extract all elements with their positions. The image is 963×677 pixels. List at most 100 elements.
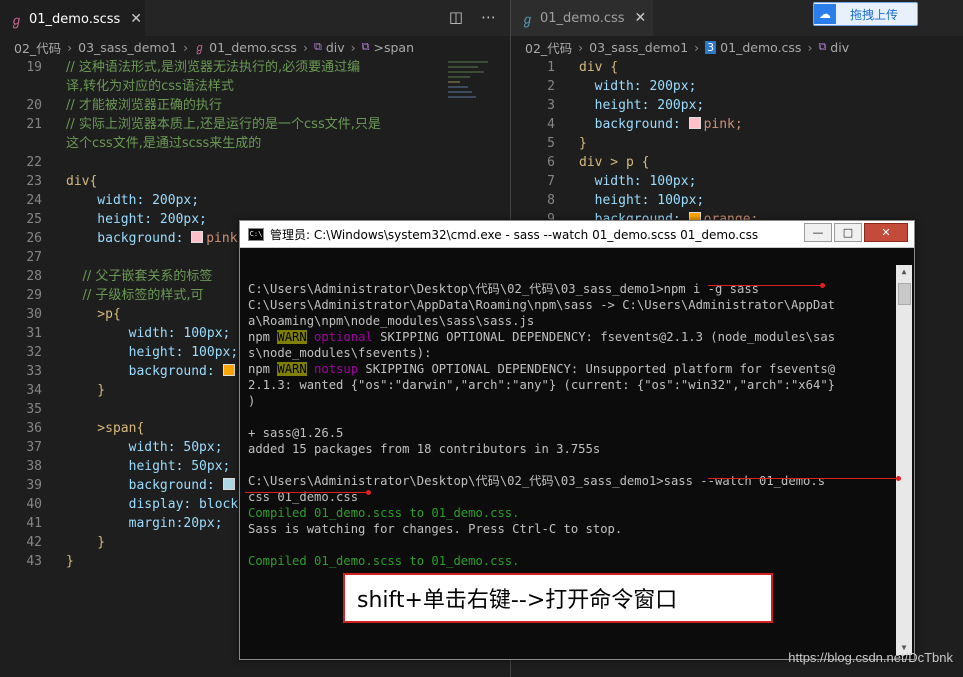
code-text: // 这种语法形式,是浏览器无法执行的,必须要通过编	[66, 60, 361, 75]
code-line[interactable]: 6 div > p {	[511, 153, 963, 172]
cmd-line: C:\Users\Administrator\Desktop\代码\02_代码\…	[248, 474, 826, 488]
line-number: 28	[26, 269, 42, 284]
chevron-right-icon: ›	[578, 39, 584, 55]
code-line[interactable]: 21 // 实际上浏览器本质上,还是运行的是一个css文件,只是	[0, 115, 510, 134]
code-line[interactable]: 22	[0, 153, 510, 172]
cmd-title: 管理员: C:\Windows\system32\cmd.exe - sass …	[270, 227, 759, 242]
code-text: 这个css文件,是通过scss来生成的	[66, 136, 262, 151]
code-line[interactable]: 8 height: 100px;	[511, 191, 963, 210]
breadcrumb-item[interactable]: 02_代码	[14, 38, 61, 57]
breadcrumb-item[interactable]: 03_sass_demo1	[589, 40, 688, 55]
code-line[interactable]: 3 height: 200px;	[511, 96, 963, 115]
chevron-right-icon: ›	[694, 39, 700, 55]
line-number: 30	[26, 307, 42, 322]
annotation-underline	[245, 492, 369, 493]
cmd-title-bar[interactable]: C:\ 管理员: C:\Windows\system32\cmd.exe - s…	[240, 221, 914, 248]
code-line[interactable]: 19 // 这种语法形式,是浏览器无法执行的,必须要通过编	[0, 58, 510, 77]
scroll-up-icon[interactable]: ▲	[896, 265, 912, 279]
color-swatch-icon[interactable]	[222, 364, 235, 376]
cmd-line: Sass is watching for changes. Press Ctrl…	[248, 522, 623, 536]
code-text: background:	[66, 476, 238, 495]
symbol-icon: ⧉	[313, 40, 322, 53]
color-swatch-icon[interactable]	[222, 478, 235, 490]
code-text: height: 200px;	[579, 98, 705, 113]
upload-button[interactable]: ☁ 拖拽上传	[813, 2, 918, 26]
color-swatch-icon[interactable]	[688, 117, 701, 129]
code-line[interactable]: 23 div{	[0, 172, 510, 191]
breadcrumb-item[interactable]: div	[830, 40, 849, 55]
code-text: div {	[579, 60, 619, 75]
annotation-dot	[896, 476, 901, 481]
tab-label: 01_demo.scss	[29, 11, 121, 27]
cmd-line	[248, 265, 890, 281]
code-line[interactable]: 1 div {	[511, 58, 963, 77]
code-text: height: 50px;	[66, 459, 231, 474]
line-number: 22	[26, 155, 42, 170]
code-line[interactable]: 7 width: 100px;	[511, 172, 963, 191]
code-line[interactable]: 20 // 才能被浏览器正确的执行	[0, 96, 510, 115]
warn-badge: WARN	[277, 330, 307, 344]
code-text: width: 100px;	[66, 326, 231, 341]
line-number: 27	[26, 250, 42, 265]
cmd-line: 2.1.3: wanted {"os":"darwin","arch":"any…	[248, 378, 835, 392]
line-number: 42	[26, 535, 42, 550]
cmd-line: npm WARN notsup SKIPPING OPTIONAL DEPEND…	[248, 362, 836, 376]
line-number: 38	[26, 459, 42, 474]
maximize-button[interactable]: □	[834, 223, 862, 242]
breadcrumb-item[interactable]: >span	[373, 40, 414, 55]
sass-file-icon: ℊ	[194, 41, 206, 54]
code-line[interactable]: 2 width: 200px;	[511, 77, 963, 96]
split-editor-icon[interactable]: ◫	[449, 8, 463, 26]
code-line[interactable]: 5}	[511, 134, 963, 153]
close-button[interactable]: ✕	[864, 223, 908, 242]
code-text: background:	[66, 362, 238, 381]
scrollbar-thumb[interactable]	[898, 283, 911, 305]
code-line[interactable]: 这个css文件,是通过scss来生成的	[0, 134, 510, 153]
line-number: 31	[26, 326, 42, 341]
tab-01-demo-scss[interactable]: ℊ 01_demo.scss ✕	[0, 0, 145, 37]
breadcrumb-item[interactable]: 02_代码	[525, 38, 572, 57]
line-number: 3	[547, 98, 555, 113]
close-icon[interactable]: ✕	[130, 11, 142, 27]
line-number: 34	[26, 383, 42, 398]
line-number: 8	[547, 193, 555, 208]
cmd-line	[248, 409, 890, 425]
code-text: height: 200px;	[66, 212, 207, 227]
scrollbar[interactable]: ▲ ▼	[896, 265, 912, 655]
code-text: height: 100px;	[579, 193, 705, 208]
minimap[interactable]	[448, 58, 496, 148]
code-text: // 父子嵌套关系的标签	[66, 269, 213, 284]
more-icon[interactable]: ⋯	[481, 8, 496, 26]
cmd-line: C:\Users\Administrator\AppData\Roaming\n…	[248, 298, 835, 312]
css-file-icon: ℊ	[521, 12, 535, 28]
cloud-icon: ☁	[814, 4, 836, 24]
minimize-button[interactable]: —	[804, 223, 832, 242]
breadcrumb-item[interactable]: 03_sass_demo1	[78, 40, 177, 55]
line-number: 26	[26, 231, 42, 246]
line-number: 20	[26, 98, 42, 113]
line-number: 29	[26, 288, 42, 303]
code-text: // 实际上浏览器本质上,还是运行的是一个css文件,只是	[66, 117, 381, 132]
close-icon[interactable]: ✕	[635, 10, 647, 26]
color-swatch-icon[interactable]	[191, 231, 204, 243]
breadcrumb-item[interactable]: 01_demo.scss	[209, 40, 297, 55]
annotation-callout: shift+单击右键-->打开命令窗口	[343, 573, 773, 623]
code-line[interactable]: 24 width: 200px;	[0, 191, 510, 210]
annotation-underline	[708, 285, 822, 286]
line-number: 19	[26, 60, 42, 75]
breadcrumb-item[interactable]: 01_demo.css	[720, 40, 801, 55]
cmd-line: + sass@1.26.5	[248, 426, 344, 440]
line-number: 36	[26, 421, 42, 436]
chevron-right-icon: ›	[67, 39, 73, 55]
cmd-line: s\node_modules\fsevents):	[248, 346, 432, 360]
breadcrumb-item[interactable]: div	[326, 40, 345, 55]
code-line[interactable]: 4 background: pink;	[511, 115, 963, 134]
symbol-icon: ⧉	[818, 40, 827, 53]
warn-badge: WARN	[277, 362, 307, 376]
tab-01-demo-css[interactable]: ℊ 01_demo.css ✕	[511, 0, 653, 36]
cmd-line	[248, 457, 890, 473]
line-number: 43	[26, 554, 42, 569]
chevron-right-icon: ›	[183, 39, 189, 55]
code-line[interactable]: 译,转化为对应的css语法样式	[0, 77, 510, 96]
code-text: width: 200px;	[579, 79, 697, 94]
